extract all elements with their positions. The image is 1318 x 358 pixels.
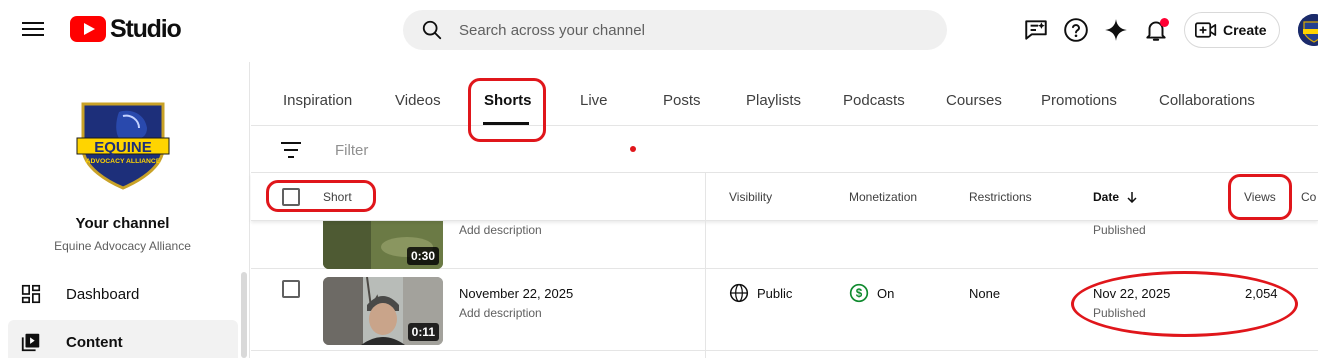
top-header: Studio Create [0,0,1318,62]
channel-logo[interactable]: EQUINE ADVOCACY ALLIANCE [75,98,171,190]
active-tab-indicator [483,122,529,125]
search-icon[interactable] [421,19,443,41]
create-button[interactable]: Create [1184,12,1280,48]
views-cell: 2,054 [1245,286,1278,301]
filter-bar [251,126,1318,173]
account-avatar[interactable] [1298,14,1318,46]
tab-posts[interactable]: Posts [663,92,701,109]
date-status: Published [1093,223,1146,237]
tab-inspiration[interactable]: Inspiration [283,92,352,109]
select-all-checkbox[interactable] [282,188,300,206]
svg-text:$: $ [856,287,863,300]
video-title[interactable]: November 22, 2025 [459,286,573,301]
monetization-cell[interactable]: $ On [849,283,894,303]
tab-promotions[interactable]: Promotions [1041,92,1117,109]
video-thumbnail[interactable]: 0:11 [323,277,443,345]
column-header-short[interactable]: Short [323,190,352,204]
table-row[interactable]: 0:11 November 22, 2025 Add description P… [251,269,1318,351]
sidebar-item-content[interactable]: Content [8,320,238,358]
arrow-down-icon [1127,192,1137,204]
main-content: Inspiration Videos Shorts Live Posts Pla… [251,62,1318,358]
table-row[interactable]: 0:30 Add description Published [251,201,1318,269]
feedback-icon[interactable] [1023,17,1049,43]
channel-logo-subtitle: ADVOCACY ALLIANCE [86,158,161,165]
youtube-logo-icon [70,16,106,42]
video-duration: 0:30 [406,247,439,265]
monetization-label: On [877,285,895,301]
logo-text: Studio [110,14,182,43]
search-input[interactable] [459,10,929,50]
filter-input[interactable] [335,136,595,164]
annotation-dot [630,146,636,152]
create-button-label: Create [1223,22,1267,38]
column-header-date[interactable]: Date [1093,190,1138,204]
create-video-icon [1195,22,1217,38]
filter-icon[interactable] [280,141,302,159]
sparkle-icon[interactable] [1103,17,1129,43]
column-header-views[interactable]: Views [1244,190,1276,204]
tab-collaborations[interactable]: Collaborations [1159,92,1255,109]
column-header-date-label: Date [1093,190,1120,204]
help-icon[interactable] [1063,17,1089,43]
hamburger-menu-icon[interactable] [22,20,44,40]
column-header-monetization[interactable]: Monetization [849,190,917,204]
content-tabs: Inspiration Videos Shorts Live Posts Pla… [251,62,1318,126]
column-header-comments[interactable]: Co [1301,190,1316,204]
globe-icon [729,283,749,303]
tab-live[interactable]: Live [580,92,608,109]
content-icon [21,333,40,352]
column-divider [705,173,706,358]
visibility-label: Public [757,285,793,301]
table-header: Short Visibility Monetization Restrictio… [251,173,1318,221]
sidebar-item-dashboard[interactable]: Dashboard [8,272,238,316]
dollar-circle-icon: $ [849,283,869,303]
tab-courses[interactable]: Courses [946,92,1002,109]
column-header-restrictions[interactable]: Restrictions [969,190,1032,204]
notifications-button[interactable] [1143,17,1169,43]
tab-shorts[interactable]: Shorts [484,92,532,109]
sidebar-item-label: Content [66,333,123,351]
date-status: Published [1093,306,1146,320]
video-description[interactable]: Add description [459,223,542,237]
sidebar-item-label: Dashboard [66,285,140,303]
column-header-visibility[interactable]: Visibility [729,190,772,204]
visibility-cell[interactable]: Public [729,283,792,303]
notification-badge [1160,18,1169,27]
date-cell: Nov 22, 2025 [1093,286,1171,301]
channel-logo-title: EQUINE [94,139,152,156]
sidebar: EQUINE ADVOCACY ALLIANCE Your channel Eq… [0,62,250,358]
tab-playlists[interactable]: Playlists [746,92,801,109]
your-channel-label: Your channel [75,215,170,232]
channel-name: Equine Advocacy Alliance [54,239,191,253]
row-checkbox[interactable] [282,280,300,298]
dashboard-icon [21,284,41,304]
video-duration: 0:11 [407,323,439,341]
tab-podcasts[interactable]: Podcasts [843,92,905,109]
tab-videos[interactable]: Videos [395,92,441,109]
search-bar[interactable] [403,10,947,50]
video-description[interactable]: Add description [459,306,542,320]
sidebar-scrollbar[interactable] [241,272,247,358]
restrictions-cell: None [969,286,1001,301]
studio-logo[interactable]: Studio [70,14,182,44]
